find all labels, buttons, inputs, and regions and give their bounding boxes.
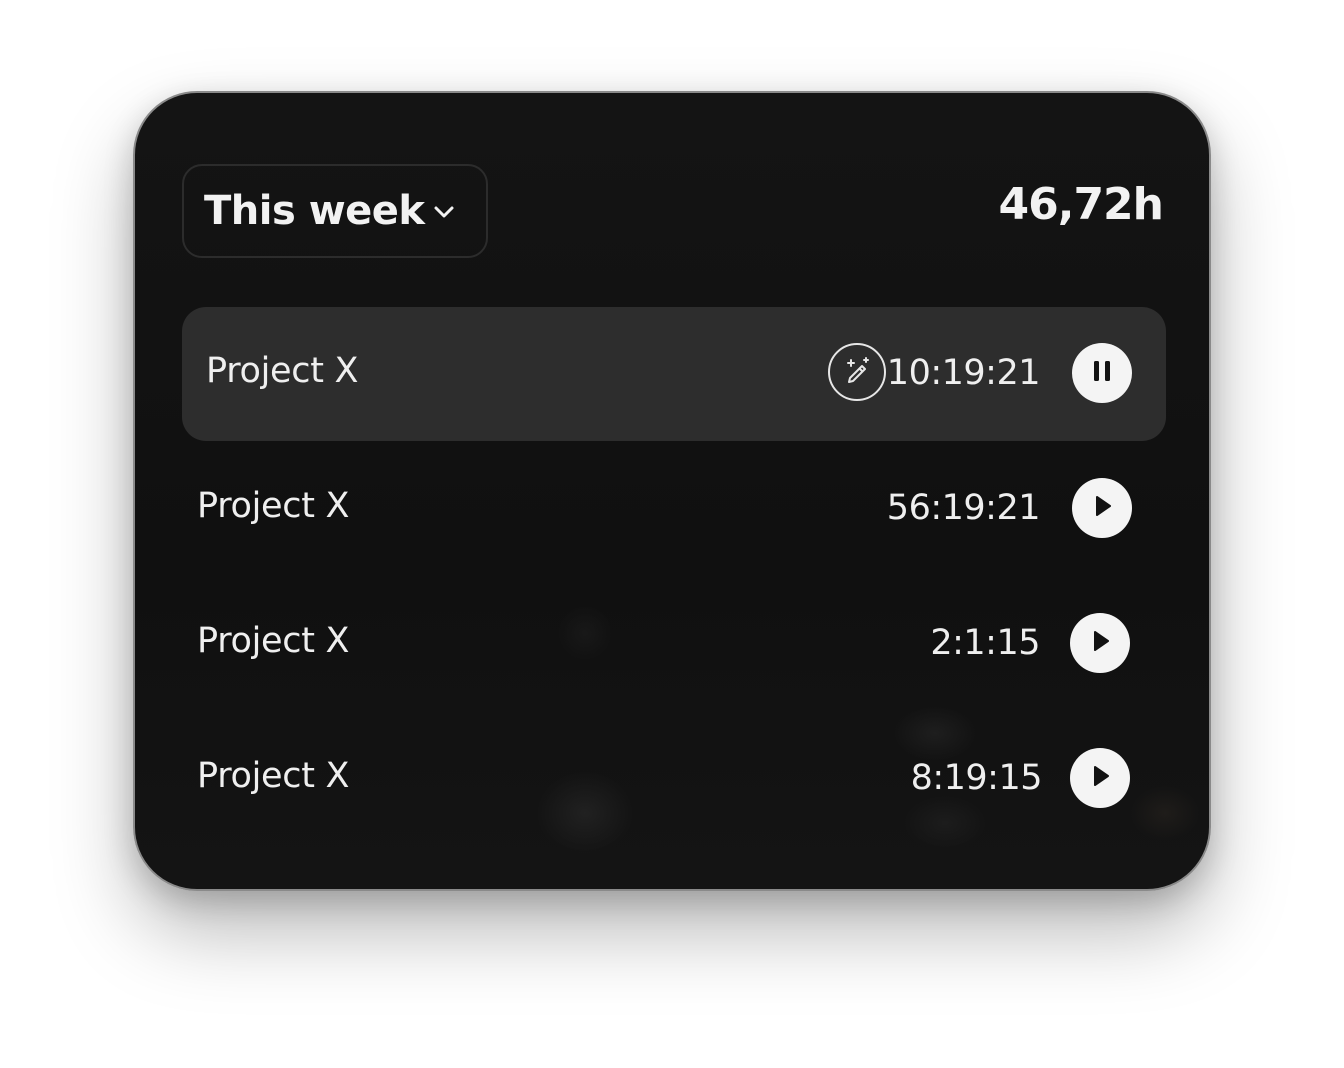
play-icon bbox=[1089, 493, 1115, 523]
chevron-down-icon bbox=[430, 198, 458, 226]
entry-duration: 10:19:21 bbox=[886, 353, 1041, 393]
time-entry-row[interactable]: Project X 10:19:21 bbox=[182, 307, 1166, 441]
entry-duration: 8:19:15 bbox=[910, 758, 1043, 798]
stage: This week 46,72h Project X 10:19:21 Proj… bbox=[0, 0, 1344, 1068]
play-button[interactable] bbox=[1070, 748, 1130, 808]
period-dropdown[interactable]: This week bbox=[182, 164, 488, 258]
entry-project-name: Project X bbox=[197, 756, 350, 796]
play-icon bbox=[1087, 763, 1113, 793]
time-tracker-card: This week 46,72h Project X 10:19:21 Proj… bbox=[133, 91, 1211, 891]
play-button[interactable] bbox=[1070, 613, 1130, 673]
entry-project-name: Project X bbox=[197, 486, 350, 526]
play-icon bbox=[1087, 628, 1113, 658]
entry-project-name: Project X bbox=[206, 351, 359, 391]
play-button[interactable] bbox=[1072, 478, 1132, 538]
entry-duration: 2:1:15 bbox=[930, 623, 1040, 663]
magic-wand-icon bbox=[842, 355, 872, 389]
magic-wand-button[interactable] bbox=[828, 343, 886, 401]
entry-project-name: Project X bbox=[197, 621, 350, 661]
time-entry-row[interactable]: Project X 56:19:21 bbox=[182, 442, 1166, 576]
pause-icon bbox=[1090, 358, 1114, 388]
total-hours: 46,72h bbox=[998, 179, 1164, 230]
time-entry-row[interactable]: Project X 2:1:15 bbox=[182, 577, 1166, 711]
entry-duration: 56:19:21 bbox=[886, 488, 1041, 528]
time-entry-row[interactable]: Project X 8:19:15 bbox=[182, 712, 1166, 846]
period-dropdown-label: This week bbox=[204, 188, 425, 234]
pause-button[interactable] bbox=[1072, 343, 1132, 403]
